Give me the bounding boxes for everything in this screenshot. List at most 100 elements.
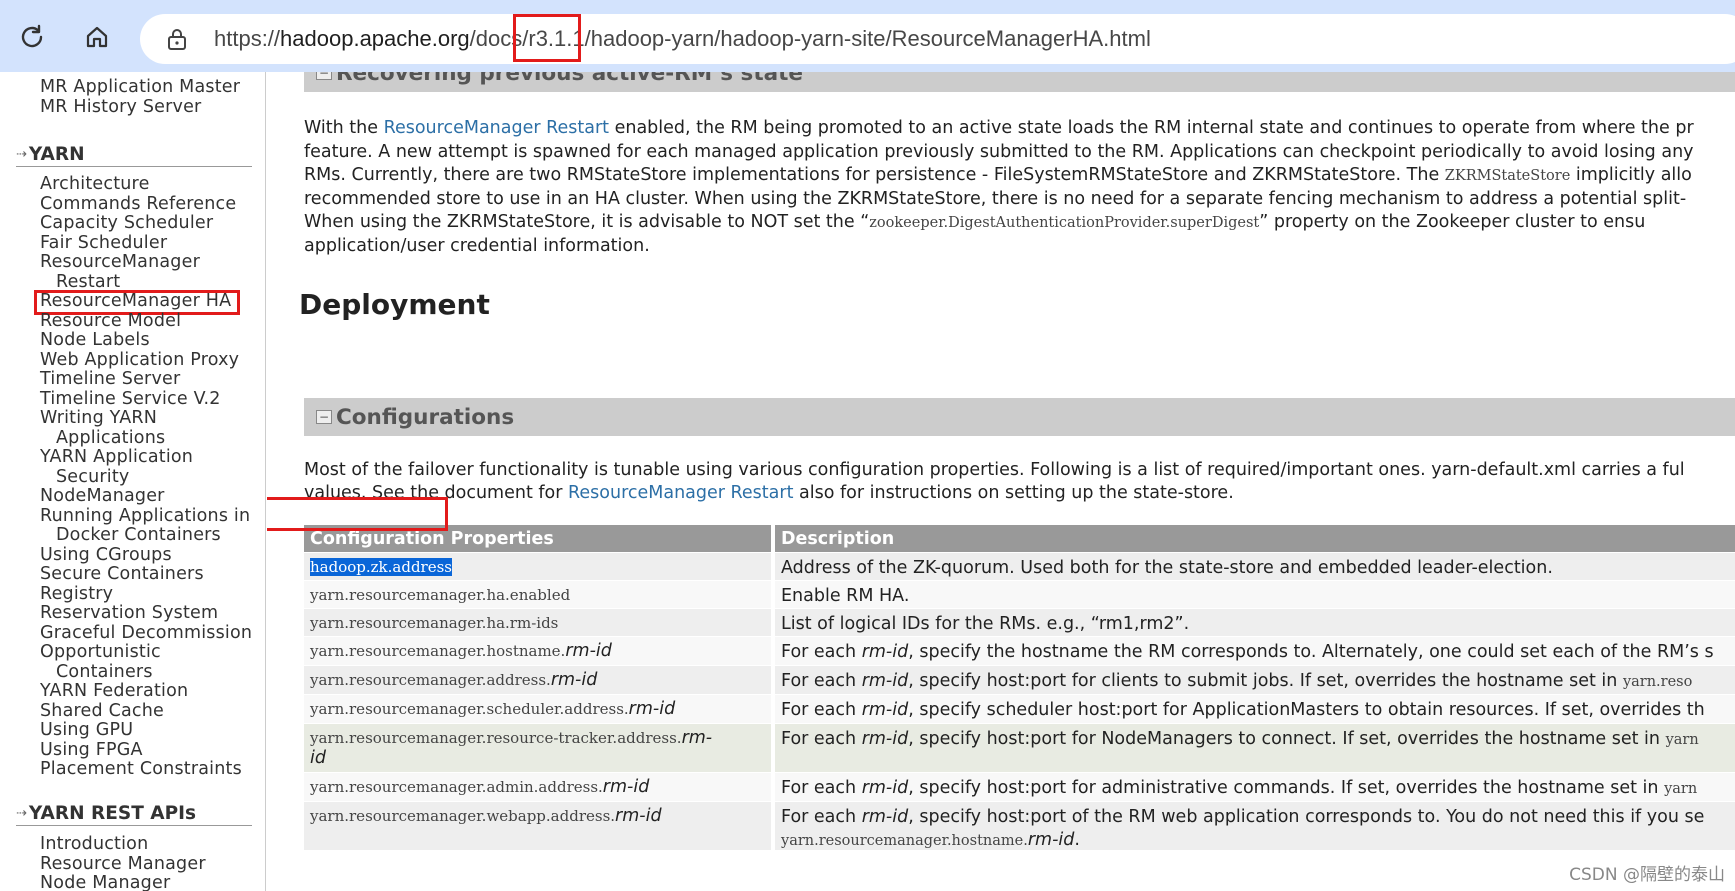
- property-name[interactable]: yarn.resourcemanager.webapp.address.rm-i…: [304, 802, 771, 830]
- property-name[interactable]: yarn.resourcemanager.resource-tracker.ad…: [304, 724, 771, 772]
- column-header: Configuration Properties: [310, 529, 554, 549]
- table-row: yarn.resourcemanager.ha.rm-ids List of lo…: [304, 609, 1735, 636]
- property-name[interactable]: yarn.resourcemanager.hostname.rm-id: [304, 637, 771, 665]
- rm-id-placeholder: rm-id: [602, 777, 650, 797]
- nav-item[interactable]: Using CGroups: [40, 545, 172, 565]
- nav-item[interactable]: Placement Constraints: [40, 760, 242, 779]
- table-row: yarn.resourcemanager.resource-tracker.ad…: [304, 724, 1735, 772]
- property-key: yarn.resourcemanager.admin.address.: [310, 778, 603, 796]
- property-description: For each rm-id, specify host:port of the…: [781, 807, 1705, 850]
- recover-line: recommended store to use in an HA cluste…: [304, 188, 1687, 209]
- nav-item[interactable]: Fair Scheduler: [40, 233, 167, 253]
- nav-section-yarn-rest-apis[interactable]: ⇢ YARN REST APIs: [16, 803, 196, 824]
- nav-item[interactable]: Reservation System: [40, 604, 218, 623]
- nav-item[interactable]: Resource Model: [40, 311, 181, 331]
- property-name[interactable]: yarn.resourcemanager.scheduler.address.r…: [304, 695, 771, 723]
- nav-item[interactable]: Timeline Server: [40, 370, 180, 389]
- property-key: yarn.resourcemanager.ha.enabled: [310, 586, 571, 604]
- recover-line: When using the ZKRMStateStore, it is adv…: [304, 212, 1646, 233]
- expand-arrow-icon: ⇢: [16, 147, 27, 162]
- table-row: yarn.resourcemanager.ha.enabled Enable RM…: [304, 581, 1735, 608]
- nav-item[interactable]: Running Applications in: [40, 506, 250, 526]
- table-row: yarn.resourcemanager.admin.address.rm-id…: [304, 773, 1735, 801]
- property-key: yarn.resourcemanager.scheduler.address.: [310, 700, 629, 718]
- nav-item[interactable]: Node Manager: [40, 874, 170, 891]
- table-row: yarn.resourcemanager.address.rm-id For ea…: [304, 666, 1735, 694]
- url-version: r3.1.1: [528, 26, 585, 51]
- section-title: Configurations: [336, 404, 515, 430]
- nav-section-yarn-label: YARN: [28, 144, 85, 165]
- property-description: List of logical IDs for the RMs. e.g., “…: [781, 614, 1190, 634]
- nav-item[interactable]: YARN Application: [40, 448, 193, 467]
- home-icon[interactable]: [80, 20, 114, 54]
- resourcemanager-restart-link[interactable]: ResourceManager Restart: [568, 483, 793, 503]
- property-description: For each rm-id, specify host:port for cl…: [781, 671, 1693, 691]
- property-name[interactable]: yarn.resourcemanager.admin.address.rm-id: [304, 773, 771, 801]
- table-row: hadoop.zk.address Address of the ZK-quoru…: [304, 553, 1735, 580]
- watermark: CSDN @隔壁的泰山: [1569, 865, 1725, 885]
- section-header-configurations[interactable]: − Configurations: [304, 398, 1735, 436]
- recover-line: application/user credential information.: [304, 236, 650, 256]
- nav-item[interactable]: Resource Manager: [40, 854, 206, 874]
- nav-item[interactable]: Using GPU: [40, 721, 133, 740]
- property-description: For each rm-id, specify the hostname the…: [781, 642, 1714, 662]
- property-name[interactable]: hadoop.zk.address: [304, 553, 771, 581]
- recover-line: RMs. Currently, there are two RMStateSto…: [304, 165, 1692, 186]
- rm-id-placeholder: rm-id: [565, 641, 612, 661]
- property-key: yarn.resourcemanager.ha.rm-ids: [310, 614, 559, 632]
- browser-toolbar: https://hadoop.apache.org/docs/r3.1.1/ha…: [0, 0, 1735, 72]
- main-content: − Recovering previous active-RM’s state …: [267, 72, 1735, 891]
- nav-item-mr-application-master[interactable]: MR Application Master: [40, 78, 240, 97]
- table-row: yarn.resourcemanager.scheduler.address.r…: [304, 695, 1735, 723]
- left-navigation: MR Application Master MR History Server …: [0, 72, 266, 891]
- section-header-recovering[interactable]: − Recovering previous active-RM’s state: [304, 72, 1735, 92]
- nav-item[interactable]: Web Application Proxy: [40, 350, 239, 370]
- nav-item[interactable]: Restart: [56, 272, 120, 292]
- nav-item[interactable]: NodeManager: [40, 487, 165, 506]
- section-title: Recovering previous active-RM’s state: [336, 72, 803, 86]
- property-name[interactable]: yarn.resourcemanager.address.rm-id: [304, 666, 771, 694]
- table-row: yarn.resourcemanager.hostname.rm-id For e…: [304, 637, 1735, 665]
- recover-line: With the ResourceManager Restart enabled…: [304, 118, 1694, 138]
- nav-item[interactable]: Shared Cache: [40, 701, 164, 721]
- nav-item[interactable]: Commands Reference: [40, 194, 236, 214]
- nav-item[interactable]: Secure Containers: [40, 565, 204, 584]
- nav-item[interactable]: ResourceManager: [40, 253, 200, 272]
- url-text[interactable]: https://hadoop.apache.org/docs/r3.1.1/ha…: [214, 26, 1151, 52]
- property-key: yarn.resourcemanager.webapp.address.: [310, 807, 616, 825]
- nav-item-resourcemanager-ha[interactable]: ResourceManager HA: [40, 292, 231, 311]
- nav-item[interactable]: Security: [56, 467, 129, 487]
- property-description: For each rm-id, specify scheduler host:p…: [781, 700, 1705, 720]
- nav-item[interactable]: Introduction: [40, 835, 148, 854]
- nav-item-mr-history-server[interactable]: MR History Server: [40, 98, 201, 117]
- nav-item[interactable]: YARN Federation: [40, 682, 188, 701]
- nav-item[interactable]: Timeline Service V.2: [40, 389, 221, 409]
- nav-item[interactable]: Writing YARN: [40, 409, 157, 428]
- nav-section-yarn[interactable]: ⇢ YARN: [16, 144, 85, 165]
- property-name[interactable]: yarn.resourcemanager.ha.rm-ids: [304, 609, 771, 637]
- property-description: Enable RM HA.: [781, 586, 910, 606]
- reload-icon[interactable]: [15, 20, 49, 54]
- table-row: yarn.resourcemanager.webapp.address.rm-i…: [304, 802, 1735, 850]
- nav-item[interactable]: Docker Containers: [56, 526, 221, 545]
- rm-id-placeholder: rm-id: [615, 806, 662, 826]
- nav-item[interactable]: Containers: [56, 662, 153, 682]
- divider: [16, 166, 252, 167]
- nav-item[interactable]: Registry: [40, 584, 113, 604]
- property-description: For each rm-id, specify host:port for ad…: [781, 778, 1698, 798]
- collapse-icon[interactable]: −: [316, 410, 332, 424]
- collapse-icon[interactable]: −: [316, 72, 332, 80]
- property-key: yarn.resourcemanager.address.: [310, 671, 551, 689]
- property-name[interactable]: yarn.resourcemanager.ha.enabled: [304, 581, 771, 609]
- nav-item[interactable]: Using FPGA: [40, 740, 143, 760]
- nav-item[interactable]: Node Labels: [40, 331, 150, 350]
- resourcemanager-restart-link[interactable]: ResourceManager Restart: [384, 118, 609, 138]
- nav-item[interactable]: Opportunistic: [40, 643, 161, 662]
- address-bar[interactable]: https://hadoop.apache.org/docs/r3.1.1/ha…: [140, 14, 1735, 64]
- nav-item[interactable]: Capacity Scheduler: [40, 214, 213, 233]
- nav-item[interactable]: Architecture: [40, 175, 150, 194]
- nav-item[interactable]: Graceful Decommission: [40, 623, 252, 643]
- recover-line: feature. A new attempt is spawned for ea…: [304, 141, 1694, 162]
- nav-item[interactable]: Applications: [56, 428, 165, 448]
- lock-icon[interactable]: [166, 27, 188, 51]
